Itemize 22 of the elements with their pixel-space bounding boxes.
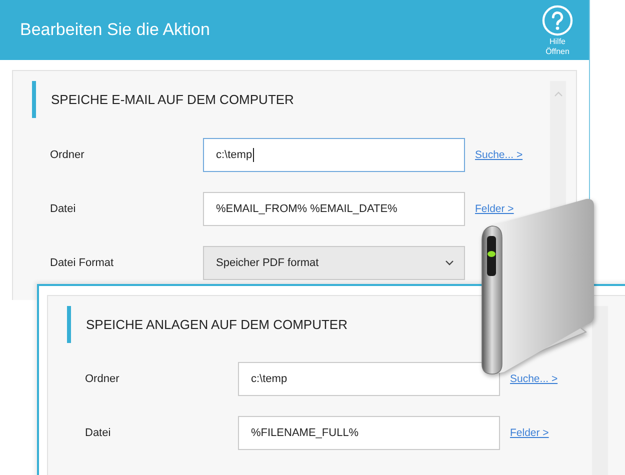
- field-label: Ordner: [85, 373, 120, 385]
- text-field[interactable]: %FILENAME_FULL%: [238, 416, 500, 450]
- window-title: Bearbeiten Sie die Aktion: [20, 20, 210, 40]
- link[interactable]: Felder >: [475, 203, 514, 215]
- section-accent-bar: [32, 81, 36, 118]
- section-title: SPEICHE E-MAIL AUF DEM COMPUTER: [51, 92, 294, 107]
- section-title: SPEICHE ANLAGEN AUF DEM COMPUTER: [86, 317, 348, 332]
- link[interactable]: Felder >: [510, 427, 549, 439]
- chevron-down-icon: [445, 260, 454, 266]
- text-field[interactable]: c:\temp: [238, 362, 500, 396]
- link[interactable]: Suche... >: [475, 149, 523, 161]
- link[interactable]: Suche... >: [510, 373, 558, 385]
- help-icon: [542, 5, 573, 36]
- field-label: Ordner: [50, 149, 86, 161]
- field-label: Datei: [85, 427, 112, 439]
- field-label: Datei: [50, 203, 77, 215]
- text-field[interactable]: %EMAIL_FROM% %EMAIL_DATE%: [203, 192, 465, 226]
- section-accent-bar: [67, 306, 71, 343]
- text-field[interactable]: c:\temp: [203, 138, 465, 172]
- field-label: Datei Format: [50, 257, 115, 269]
- format-dropdown[interactable]: Speicher PDF format: [203, 246, 465, 280]
- chevron-up-icon: [554, 91, 562, 97]
